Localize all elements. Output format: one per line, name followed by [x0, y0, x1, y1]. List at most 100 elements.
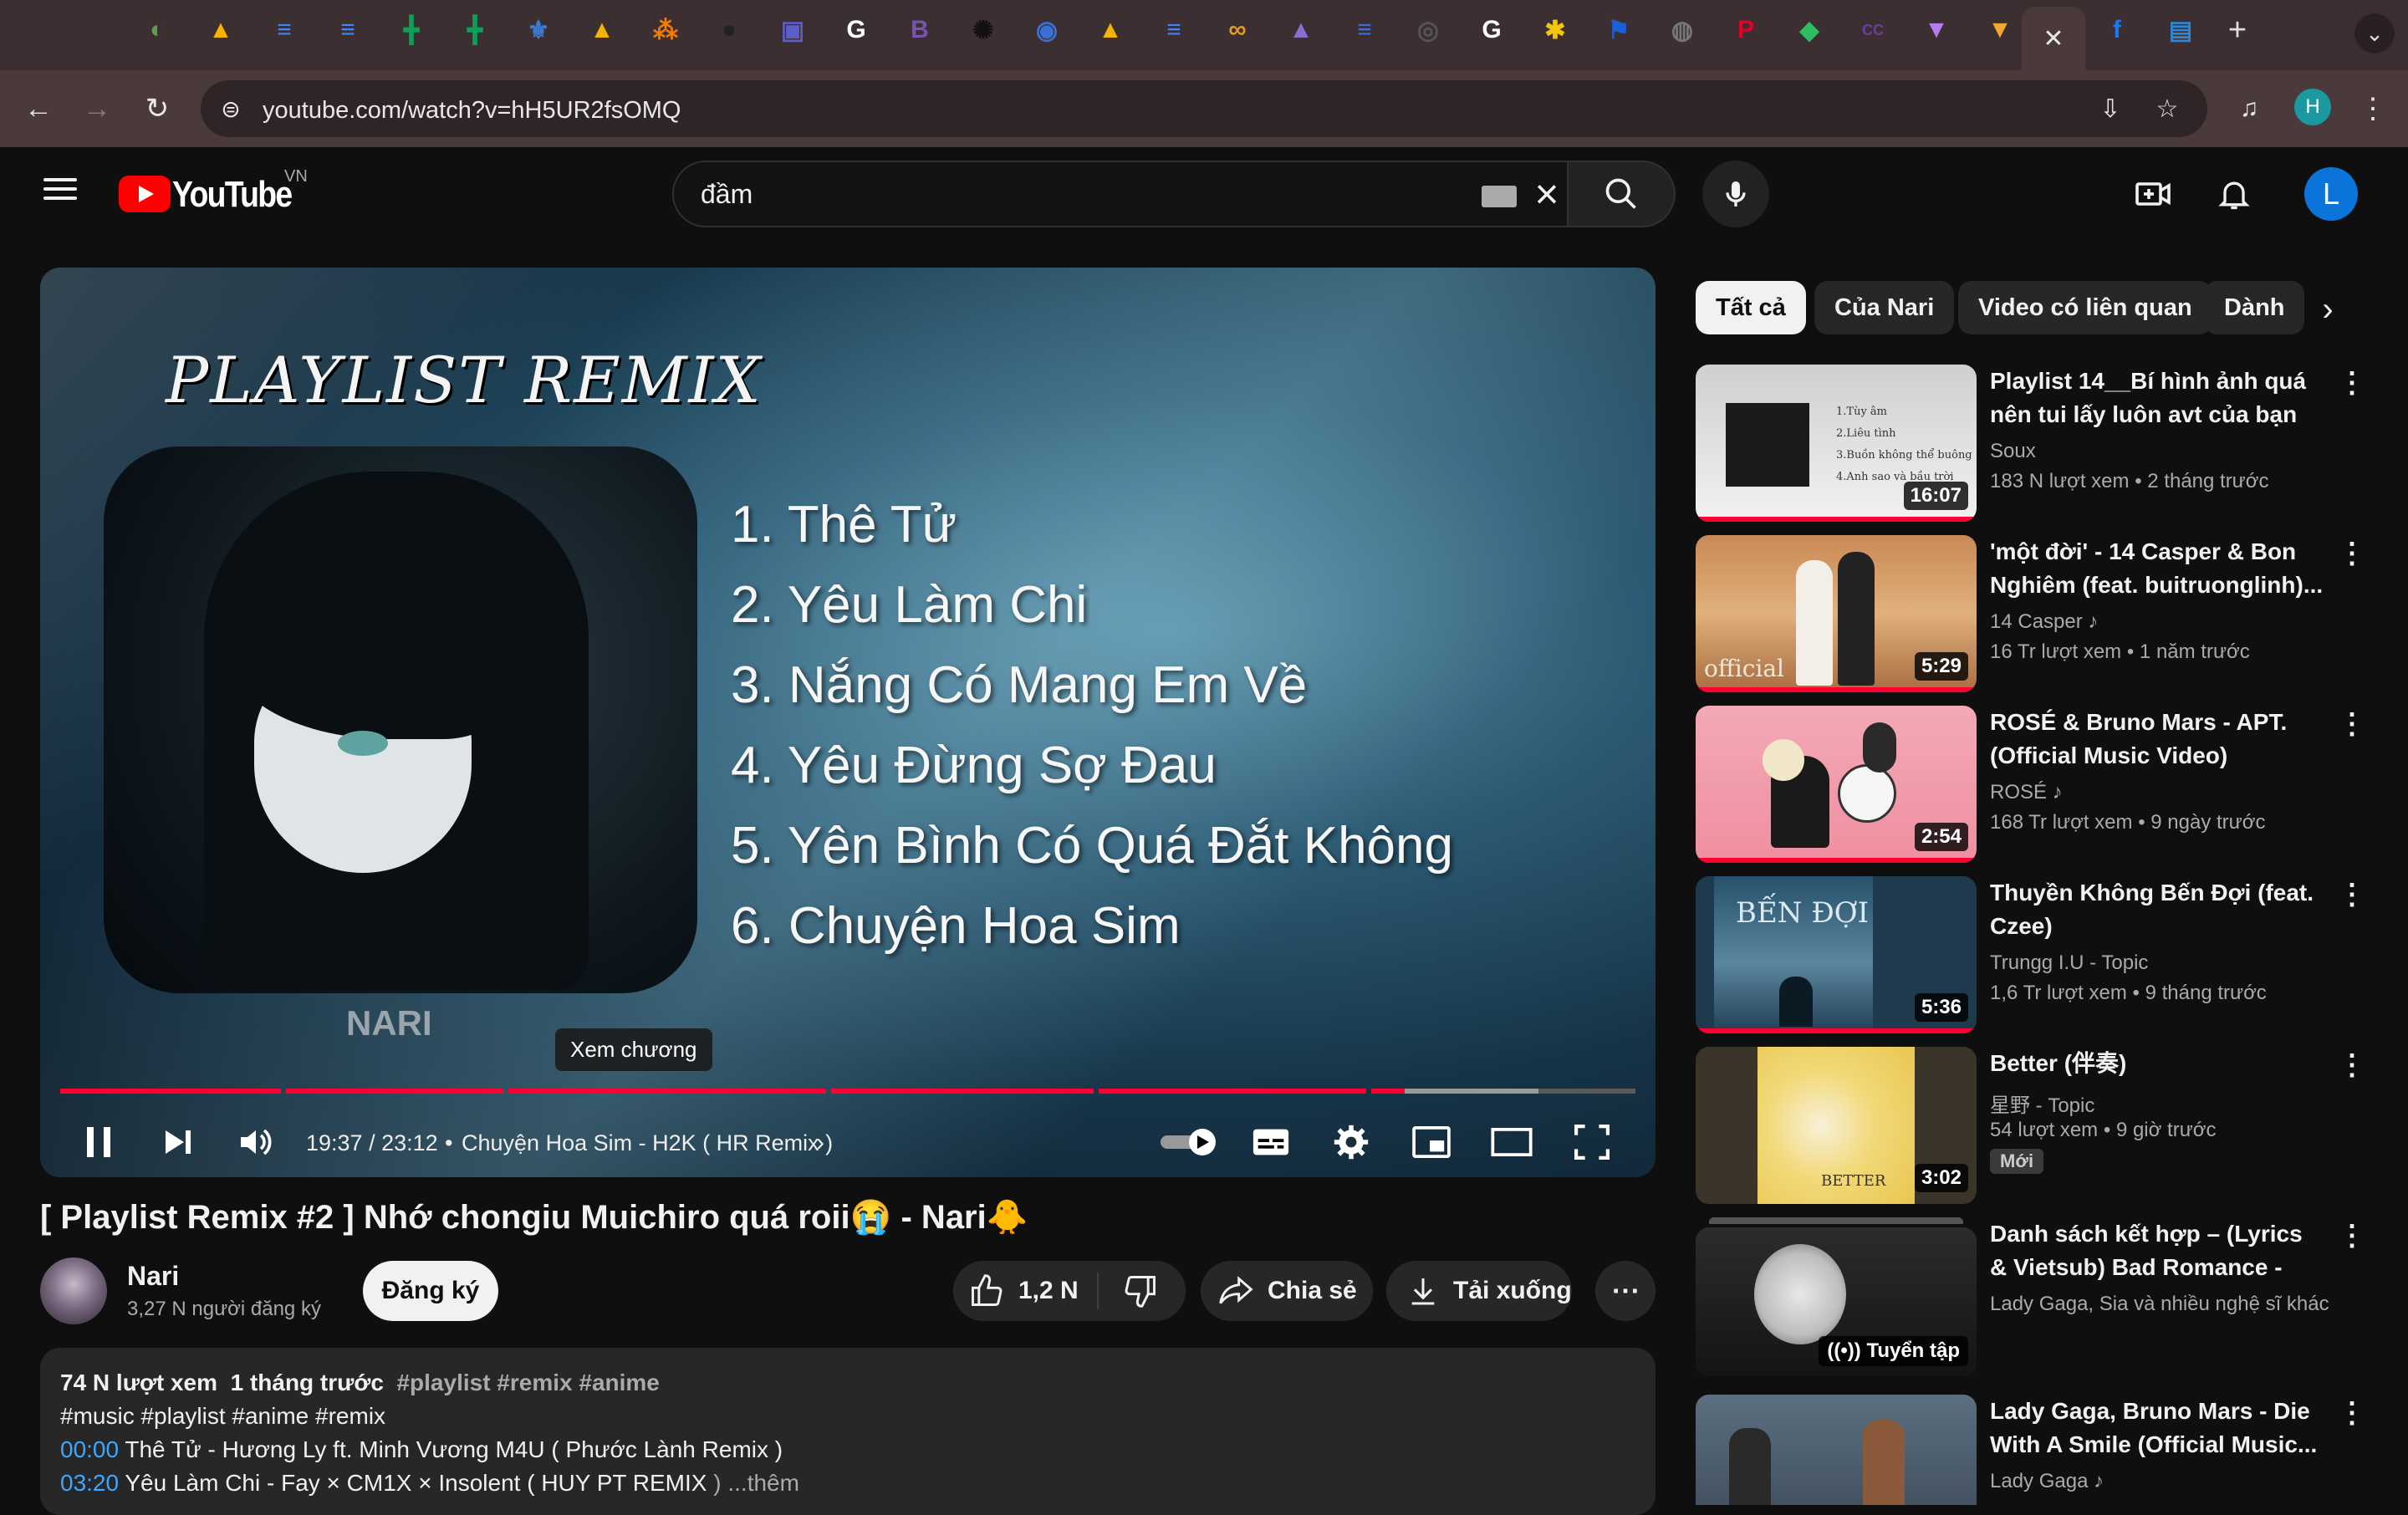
more-options-icon[interactable]: ⋮ [2338, 1396, 2365, 1430]
settings-button[interactable] [1326, 1117, 1376, 1167]
volume-button[interactable] [231, 1117, 281, 1167]
download-button[interactable]: Tải xuống [1386, 1261, 1572, 1321]
chrome-icon[interactable]: ◎ [1411, 13, 1445, 47]
clear-search-icon[interactable]: × [1525, 171, 1569, 217]
chip-related[interactable]: Video có liên quan [1958, 281, 2212, 334]
channel-name[interactable]: Lady Gaga, Sia và nhiều nghệ sĩ khác [1990, 1293, 2329, 1316]
back-button[interactable]: ← [18, 89, 59, 129]
vuetify-icon[interactable]: ▼ [1920, 13, 1953, 47]
google-docs-icon[interactable]: ≡ [268, 13, 301, 47]
google-sheets-icon[interactable]: ╋ [458, 13, 492, 47]
description-box[interactable]: 74 N lượt xem 1 tháng trước #playlist #r… [40, 1348, 1656, 1515]
channel-name[interactable]: Nari [127, 1261, 179, 1292]
video-title[interactable]: 'một đời' - 14 Casper & Bon Nghiêm (feat… [1990, 535, 2324, 602]
more-options-icon[interactable]: ⋮ [2338, 366, 2366, 400]
next-button[interactable] [152, 1117, 202, 1167]
recommendation-item[interactable]: Lady Gaga, Bruno Mars - Die With A Smile… [1696, 1395, 2365, 1505]
chip-all[interactable]: Tất cả [1696, 281, 1806, 334]
tab-search-button[interactable]: ⌄ [2354, 13, 2395, 54]
google-docs-icon[interactable]: ≡ [1348, 13, 1381, 47]
theater-mode-button[interactable] [1487, 1117, 1537, 1167]
orange-app-icon[interactable]: ⁂ [649, 13, 682, 47]
fullscreen-button[interactable] [1567, 1117, 1617, 1167]
search-input[interactable]: đầm × [672, 161, 1569, 227]
vuetify-icon[interactable]: ▼ [1983, 13, 2017, 47]
google-docs-icon[interactable]: ≡ [331, 13, 365, 47]
google-sheets-icon[interactable]: ╋ [395, 13, 428, 47]
video-thumbnail[interactable]: BETTER 3:02 [1696, 1047, 1977, 1204]
video-thumbnail[interactable] [1696, 1395, 1977, 1505]
youtube-wordmark[interactable]: YouTube [172, 174, 293, 216]
media-controls-icon[interactable]: ♫ [2229, 89, 2269, 129]
timestamp-link[interactable]: 00:00 [60, 1436, 119, 1462]
bookmark-star-icon[interactable]: ☆ [2152, 94, 2182, 124]
globe-icon[interactable]: ◍ [1666, 13, 1699, 47]
recommendation-item[interactable]: 2:54 ROSÉ & Bruno Mars - APT. (Official … [1696, 706, 2366, 865]
voice-search-button[interactable] [1702, 161, 1769, 227]
recommendation-item[interactable]: official 5:29 'một đời' - 14 Casper & Bo… [1696, 535, 2366, 694]
circle-refresh-icon[interactable]: ◐ [140, 13, 174, 47]
flag-icon[interactable]: ⚑ [1602, 13, 1635, 47]
reload-button[interactable]: ↻ [137, 89, 177, 129]
new-tab-button[interactable]: + [2221, 13, 2254, 48]
search-button[interactable] [1569, 161, 1676, 227]
inline-hashtags[interactable]: #playlist #remix #anime [396, 1370, 659, 1395]
more-options-icon[interactable]: ⋮ [2338, 1219, 2366, 1252]
like-button[interactable]: 1,2 N [968, 1273, 1119, 1309]
chapter-chevron-icon[interactable]: › [816, 1129, 824, 1157]
show-more-link[interactable]: ) ...thêm [707, 1470, 799, 1496]
channel-name[interactable]: 14 Casper ♪ [1990, 610, 2098, 634]
chapter-segment[interactable] [60, 1089, 281, 1094]
evernote-icon[interactable]: ◆ [1793, 13, 1826, 47]
google-drive-icon[interactable]: ▲ [585, 13, 619, 47]
account-avatar[interactable]: L [2304, 167, 2358, 221]
site-info-icon[interactable]: ⊜ [216, 94, 246, 124]
github-icon[interactable]: ● [712, 13, 746, 47]
video-thumbnail[interactable]: official 5:29 [1696, 535, 1977, 692]
chip-for-you[interactable]: Dành [2204, 281, 2304, 334]
subscribe-button[interactable]: Đăng ký [363, 1261, 498, 1321]
channel-name[interactable]: 星野 - Topic [1990, 1089, 2094, 1118]
autoplay-toggle[interactable] [1156, 1117, 1222, 1167]
chip-from-channel[interactable]: Của Nari [1814, 281, 1955, 334]
search-query[interactable]: đầm [701, 179, 752, 210]
dislike-button[interactable] [1117, 1273, 1164, 1309]
youtube-logo-icon[interactable] [119, 176, 171, 212]
guide-menu-button[interactable] [40, 172, 80, 212]
timestamp-link[interactable]: 03:20 [60, 1470, 119, 1496]
chevron-right-icon[interactable]: › [2304, 286, 2351, 333]
google-icon[interactable]: G [1475, 13, 1508, 47]
recommendation-item[interactable]: BETTER 3:02 Better (伴奏) 星野 - Topic 54 lư… [1696, 1047, 2366, 1206]
channel-name[interactable]: Soux [1990, 440, 2036, 463]
share-button[interactable]: Chia sẻ [1201, 1261, 1373, 1321]
close-tab-icon[interactable]: ✕ [2043, 24, 2064, 54]
channel-name[interactable]: ROSÉ ♪ [1990, 781, 2063, 804]
active-tab[interactable]: ✕ [2022, 7, 2085, 70]
google-docs-icon[interactable]: ≡ [1157, 13, 1191, 47]
subtitles-button[interactable] [1246, 1117, 1296, 1167]
google-icon[interactable]: G [839, 13, 873, 47]
progress-bar[interactable] [60, 1089, 1635, 1095]
pause-button[interactable] [74, 1117, 124, 1167]
more-options-icon[interactable]: ⋮ [2338, 1048, 2366, 1082]
chapter-segment[interactable] [508, 1089, 826, 1094]
channel-name[interactable]: Lady Gaga ♪ [1990, 1470, 2104, 1493]
forward-button[interactable]: → [77, 89, 117, 129]
recommendation-item[interactable]: 1.Tùy âm 2.Liêu tình 3.Buồn không thể bu… [1696, 365, 2366, 523]
recommendation-item[interactable]: BẾN ĐỢI 5:36 Thuyền Không Bến Đợi (feat.… [1696, 876, 2366, 1035]
video-title[interactable]: Danh sách kết hợp – (Lyrics & Vietsub) B… [1990, 1217, 2324, 1284]
keyboard-icon[interactable] [1482, 186, 1517, 207]
url-text[interactable]: youtube.com/watch?v=hH5UR2fsOMQ [263, 97, 681, 125]
video-thumbnail[interactable]: 2:54 [1696, 706, 1977, 863]
pinterest-icon[interactable]: P [1729, 13, 1763, 47]
chapter-segment[interactable] [1371, 1089, 1635, 1094]
openai-icon[interactable]: ✺ [967, 13, 1000, 47]
chapter-segment[interactable] [1099, 1089, 1366, 1094]
video-thumbnail[interactable]: BẾN ĐỢI 5:36 [1696, 876, 1977, 1033]
more-actions-button[interactable]: ⋯ [1595, 1261, 1656, 1321]
notifications-button[interactable] [2211, 171, 2258, 217]
mix-thumbnail[interactable]: ((•)) Tuyển tập [1696, 1227, 1977, 1376]
teams-icon[interactable]: ▣ [776, 13, 809, 47]
video-thumbnail[interactable]: 1.Tùy âm 2.Liêu tình 3.Buồn không thể bu… [1696, 365, 1977, 522]
miniplayer-button[interactable] [1406, 1117, 1457, 1167]
